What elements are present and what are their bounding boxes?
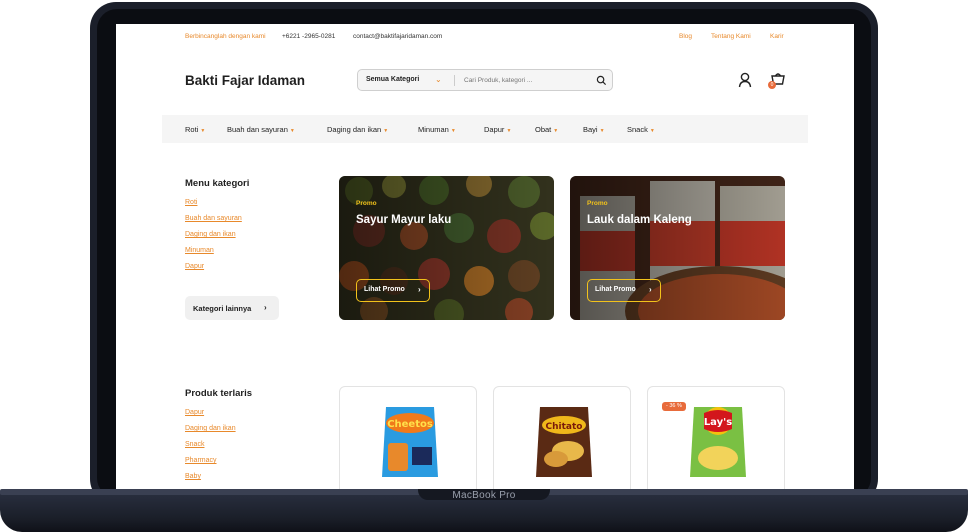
search-icon[interactable] — [596, 75, 607, 86]
site-logo[interactable]: Bakti Fajar Idaman — [185, 73, 305, 88]
terlaris-link-snack[interactable]: Snack — [185, 441, 204, 448]
search-input[interactable] — [464, 74, 584, 87]
discount-badge: - 36 % — [662, 402, 686, 411]
cart-count-badge: 0 — [768, 81, 776, 89]
macbook-mockup: Berbincanglah dengan kami +6221 -2965-02… — [0, 0, 968, 532]
nav-item-obat[interactable]: Obat ▼ — [535, 125, 558, 134]
chevron-right-icon: › — [418, 285, 421, 294]
promo-tag: Promo — [356, 200, 377, 207]
kategori-link-daging[interactable]: Daging dan ikan — [185, 231, 236, 238]
top-bar: Berbincanglah dengan kami +6221 -2965-02… — [116, 24, 854, 50]
terlaris-link-pharmacy[interactable]: Pharmacy — [185, 457, 217, 464]
website-screen: Berbincanglah dengan kami +6221 -2965-02… — [116, 24, 854, 490]
terlaris-link-dapur[interactable]: Dapur — [185, 409, 204, 416]
search-bar: Semua Kategori ⌄ — [357, 69, 613, 91]
promo-banner-sayur[interactable]: Promo Sayur Mayur laku Lihat Promo › — [339, 176, 554, 320]
lays-pack-icon: Lay's — [690, 407, 746, 477]
kategori-link-buah[interactable]: Buah dan sayuran — [185, 215, 242, 222]
chevron-down-icon: ▼ — [200, 128, 206, 134]
nav-item-daging[interactable]: Daging dan ikan ▼ — [327, 125, 388, 134]
product-card-lays[interactable]: - 36 % Lay's — [647, 386, 785, 490]
chitato-pack-icon: Chitato — [536, 407, 592, 477]
chevron-down-icon: ▼ — [383, 128, 389, 134]
cheetos-pack-icon: Cheetos — [382, 407, 438, 477]
nav-item-minuman[interactable]: Minuman ▼ — [418, 125, 456, 134]
svg-text:Chitato: Chitato — [546, 422, 583, 432]
promo-banner-kaleng[interactable]: Promo Lauk dalam Kaleng Lihat Promo › — [570, 176, 785, 320]
product-card-cheetos[interactable]: Cheetos — [339, 386, 477, 490]
user-icon[interactable] — [738, 72, 752, 88]
lihat-promo-button[interactable]: Lihat Promo › — [356, 279, 430, 302]
product-card-chitato[interactable]: Chitato — [493, 386, 631, 490]
chevron-down-icon: ▼ — [289, 128, 295, 134]
chevron-down-icon: ▼ — [649, 128, 655, 134]
promo-title: Sayur Mayur laku — [356, 214, 452, 226]
chevron-down-icon: ▼ — [450, 128, 456, 134]
svg-text:Lay's: Lay's — [704, 417, 732, 428]
chat-link[interactable]: Berbincanglah dengan kami — [185, 33, 266, 40]
kategori-link-roti[interactable]: Roti — [185, 199, 197, 206]
nav-item-bayi[interactable]: Bayi ▼ — [583, 125, 605, 134]
nav-item-roti[interactable]: Roti ▼ — [185, 125, 205, 134]
chevron-down-icon: ▼ — [553, 128, 559, 134]
kategori-link-minuman[interactable]: Minuman — [185, 247, 214, 254]
nav-item-snack[interactable]: Snack ▼ — [627, 125, 655, 134]
promo-tag: Promo — [587, 200, 608, 207]
chevron-right-icon: › — [649, 285, 652, 294]
chevron-right-icon: › — [264, 303, 267, 312]
chevron-down-icon[interactable]: ⌄ — [435, 75, 442, 84]
promo-title: Lauk dalam Kaleng — [587, 214, 692, 226]
email-address: contact@baktifajaridaman.com — [353, 33, 443, 40]
search-divider — [454, 75, 455, 86]
menu-kategori-title: Menu kategori — [185, 178, 250, 189]
svg-text:Cheetos: Cheetos — [387, 419, 433, 430]
produk-terlaris-title: Produk terlaris — [185, 388, 253, 399]
nav-item-buah[interactable]: Buah dan sayuran ▼ — [227, 125, 295, 134]
blog-link[interactable]: Blog — [679, 33, 692, 40]
kategori-link-dapur[interactable]: Dapur — [185, 263, 204, 270]
terlaris-link-baby[interactable]: Baby — [185, 473, 201, 480]
phone-number: +6221 -2965-0281 — [282, 33, 336, 40]
chevron-down-icon: ▼ — [506, 128, 512, 134]
chevron-down-icon: ▼ — [599, 128, 605, 134]
nav-item-dapur[interactable]: Dapur ▼ — [484, 125, 511, 134]
category-nav: Roti ▼ Buah dan sayuran ▼ Daging dan ikan ▼… — [162, 115, 808, 143]
about-link[interactable]: Tentang Kami — [711, 33, 751, 40]
career-link[interactable]: Karir — [770, 33, 784, 40]
category-select[interactable]: Semua Kategori — [366, 76, 419, 83]
device-label: MacBook Pro — [452, 490, 516, 501]
terlaris-link-daging[interactable]: Daging dan ikan — [185, 425, 236, 432]
kategori-lainnya-button[interactable]: Kategori lainnya › — [185, 296, 279, 320]
lihat-promo-button[interactable]: Lihat Promo › — [587, 279, 661, 302]
